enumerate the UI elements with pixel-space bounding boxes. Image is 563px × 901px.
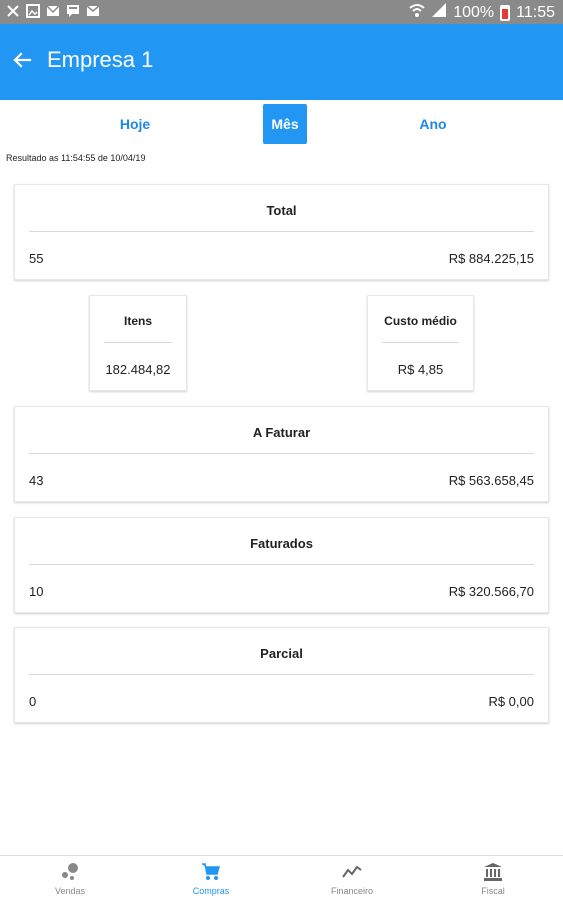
app-bar: Empresa 1: [0, 24, 563, 100]
signal-icon: [431, 2, 447, 23]
card-amount: R$ 884.225,15: [448, 251, 534, 266]
card-itens: Itens 182.484,82: [89, 295, 187, 391]
card-value: R$ 4,85: [397, 362, 444, 377]
nav-label: Financeiro: [330, 886, 374, 896]
trend-icon: [342, 862, 362, 882]
arrow-left-icon[interactable]: [10, 48, 34, 72]
card-count: 43: [29, 473, 44, 488]
battery-icon: [500, 4, 511, 21]
wifi-icon: [409, 2, 425, 23]
card-title: Itens: [123, 314, 152, 328]
card-title: Faturados: [250, 536, 313, 551]
card-faturados: Faturados 10 R$ 320.566,70: [14, 517, 549, 613]
nav-compras[interactable]: Compras: [141, 856, 281, 901]
card-title: Custo médio: [384, 314, 457, 328]
card-value: 182.484,82: [105, 362, 171, 377]
chat-icon: [66, 4, 80, 18]
clock: 11:55: [516, 3, 555, 21]
card-count: 0: [29, 694, 37, 709]
card-count: 55: [29, 251, 44, 266]
tab-mes[interactable]: Mês: [263, 104, 307, 144]
divider: [29, 564, 534, 565]
divider: [382, 342, 459, 343]
nav-financeiro[interactable]: Financeiro: [282, 856, 422, 901]
card-total: Total 55 R$ 884.225,15: [14, 184, 549, 280]
card-title: A Faturar: [252, 425, 311, 440]
bank-icon: [483, 862, 503, 882]
divider: [29, 231, 534, 232]
tab-hoje[interactable]: Hoje: [108, 104, 162, 144]
system-status: 100% 11:55: [409, 2, 555, 23]
page-title: Empresa 1: [47, 47, 154, 72]
card-amount: R$ 0,00: [488, 694, 534, 709]
tab-ano[interactable]: Ano: [408, 104, 458, 144]
divider: [29, 674, 534, 675]
nav-label: Fiscal: [481, 886, 505, 896]
nav-vendas[interactable]: Vendas: [0, 856, 140, 901]
nav-fiscal[interactable]: Fiscal: [423, 856, 563, 901]
card-custo-medio: Custo médio R$ 4,85: [367, 295, 474, 391]
mail-icon: [86, 4, 100, 18]
cart-icon: [201, 862, 221, 882]
message-icon: [46, 4, 60, 18]
card-a-faturar: A Faturar 43 R$ 563.658,45: [14, 406, 549, 502]
card-title: Total: [266, 203, 297, 218]
notification-icons: [6, 4, 100, 18]
card-count: 10: [29, 584, 44, 599]
result-timestamp: Resultado as 11:54:55 de 10/04/19: [6, 153, 146, 163]
card-amount: R$ 320.566,70: [448, 584, 534, 599]
period-tabs: Hoje Mês Ano: [0, 104, 563, 144]
usb-icon: [6, 4, 20, 18]
sales-icon: [60, 862, 80, 882]
image-icon: [26, 4, 40, 18]
divider: [29, 453, 534, 454]
status-bar: 100% 11:55: [0, 0, 563, 24]
card-amount: R$ 563.658,45: [448, 473, 534, 488]
bottom-navigation: Vendas Compras Financeiro Fiscal: [0, 855, 563, 901]
battery-percent: 100%: [453, 3, 495, 21]
divider: [104, 342, 172, 343]
nav-label: Compras: [192, 886, 230, 896]
nav-label: Vendas: [54, 886, 86, 896]
card-parcial: Parcial 0 R$ 0,00: [14, 627, 549, 723]
card-title: Parcial: [260, 646, 303, 661]
